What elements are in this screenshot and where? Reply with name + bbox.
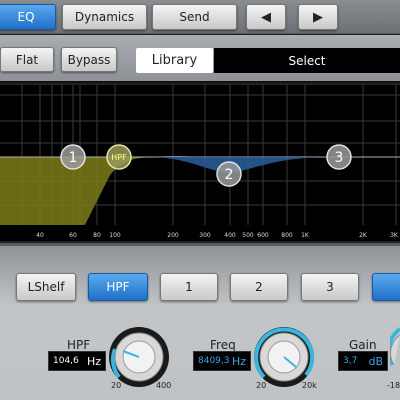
band-button-extra[interactable] bbox=[372, 273, 400, 301]
gain-unit: dB bbox=[368, 354, 383, 368]
band-button-3[interactable]: 3 bbox=[301, 273, 359, 301]
hpf-value-display[interactable]: 104,6 Hz bbox=[48, 351, 106, 371]
eq-window: EQ Dynamics Send ◀ ▶ Flat Bypass Library… bbox=[0, 0, 400, 400]
hpf-unit: Hz bbox=[86, 354, 101, 368]
freq-label: 400 bbox=[224, 232, 236, 239]
eq-node-hpf[interactable]: HPF bbox=[106, 144, 132, 170]
next-arrow-icon[interactable]: ▶ bbox=[298, 4, 338, 30]
hpf-value: 104,6 bbox=[53, 356, 79, 366]
freq-label: 200 bbox=[167, 232, 179, 239]
freq-knob[interactable] bbox=[252, 325, 316, 389]
freq-label: 500 bbox=[242, 232, 254, 239]
svg-text:3: 3 bbox=[335, 150, 344, 166]
hpf-knob[interactable] bbox=[107, 325, 171, 389]
freq-label: 1K bbox=[301, 232, 310, 239]
eq-node-3[interactable]: 3 bbox=[326, 144, 352, 170]
bypass-button[interactable]: Bypass bbox=[61, 47, 117, 72]
hpf-range-max: 400 bbox=[156, 381, 172, 390]
freq-range-min: 20 bbox=[256, 381, 267, 390]
freq-value-display[interactable]: 8409,3 Hz bbox=[193, 351, 251, 371]
band-control-panel: LShelf HPF 1 2 3 HPF 104,6 Hz 20 400 Fre… bbox=[0, 243, 400, 400]
eq-graph[interactable]: 1 HPF 2 3 40 60 80 100 200 300 400 500 6… bbox=[0, 85, 400, 241]
gain-knob[interactable] bbox=[390, 325, 400, 389]
hpf-range-min: 20 bbox=[111, 381, 122, 390]
gain-value: 3,7 bbox=[343, 356, 358, 366]
eq-curve-display[interactable]: 1 HPF 2 3 40 60 80 100 200 300 400 500 6… bbox=[0, 85, 400, 241]
freq-value: 8409,3 bbox=[198, 356, 230, 366]
tab-dynamics[interactable]: Dynamics bbox=[62, 4, 147, 30]
preset-select[interactable]: Select bbox=[214, 48, 400, 73]
gain-range-min: -18 bbox=[387, 381, 400, 390]
freq-label: 600 bbox=[257, 232, 269, 239]
band-button-lshelf[interactable]: LShelf bbox=[16, 273, 76, 301]
svg-text:2: 2 bbox=[225, 167, 234, 183]
freq-label: 100 bbox=[109, 232, 121, 239]
freq-range-max: 20k bbox=[302, 381, 317, 390]
flat-button[interactable]: Flat bbox=[0, 47, 54, 72]
preset-bar: Flat Bypass Library Select bbox=[0, 35, 400, 83]
freq-label: 3K bbox=[390, 232, 399, 239]
prev-arrow-icon[interactable]: ◀ bbox=[246, 4, 286, 30]
freq-label: 60 bbox=[69, 232, 77, 239]
library-button[interactable]: Library bbox=[136, 48, 213, 73]
tab-send[interactable]: Send bbox=[152, 4, 237, 30]
eq-node-2[interactable]: 2 bbox=[216, 161, 242, 187]
tab-eq[interactable]: EQ bbox=[0, 4, 56, 30]
svg-text:HPF: HPF bbox=[111, 153, 127, 162]
top-tab-bar: EQ Dynamics Send ◀ ▶ bbox=[0, 0, 400, 34]
svg-text:1: 1 bbox=[69, 150, 78, 166]
freq-label: 80 bbox=[93, 232, 101, 239]
gain-value-display[interactable]: 3,7 dB bbox=[338, 351, 388, 371]
eq-node-1[interactable]: 1 bbox=[60, 144, 86, 170]
gain-label: Gain bbox=[349, 338, 377, 352]
freq-unit: Hz bbox=[231, 354, 246, 368]
band-button-1[interactable]: 1 bbox=[160, 273, 218, 301]
band-button-hpf[interactable]: HPF bbox=[88, 273, 148, 301]
freq-label: 40 bbox=[36, 232, 44, 239]
band-button-2[interactable]: 2 bbox=[230, 273, 288, 301]
freq-label: 800 bbox=[281, 232, 293, 239]
freq-label: Freq bbox=[210, 338, 236, 352]
hpf-label: HPF bbox=[67, 338, 91, 352]
freq-label: 300 bbox=[199, 232, 211, 239]
freq-label: 2K bbox=[359, 232, 368, 239]
